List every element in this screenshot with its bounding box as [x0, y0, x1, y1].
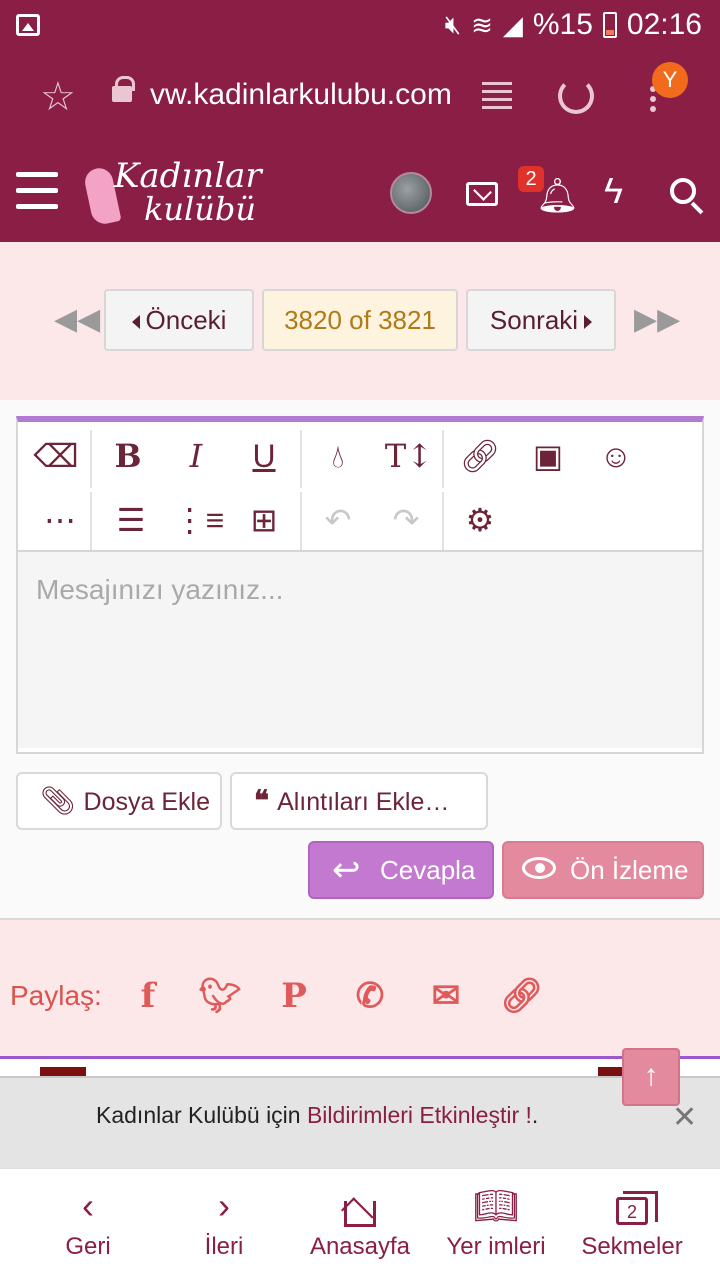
nav-tabs[interactable]: 2 Sekmeler [562, 1183, 702, 1261]
share-label: Paylaş: [10, 980, 102, 1011]
next-page-button[interactable]: Sonraki [466, 289, 616, 351]
emoji-icon[interactable]: ☺ [590, 430, 642, 482]
quote-icon: ❝ [254, 785, 270, 816]
home-icon [290, 1183, 430, 1229]
reply-arrow-icon: ↩ [332, 851, 361, 889]
whatsapp-icon[interactable]: ✆ [348, 974, 392, 1018]
tabs-icon: 2 [616, 1191, 658, 1225]
nav-bookmarks[interactable]: 📖︎ Yer imleri [426, 1183, 566, 1261]
underline-icon[interactable]: U [238, 430, 290, 482]
next-section-strip [0, 1056, 720, 1081]
paperclip-icon: 📎︎ [40, 785, 76, 816]
back-arrow-icon: ‹ [82, 1185, 94, 1226]
link-icon[interactable]: 🔗︎ [454, 430, 506, 482]
notification-badge: 2 [518, 166, 544, 192]
more-options-icon[interactable]: ⋯ [30, 494, 90, 546]
lock-icon[interactable] [112, 76, 135, 102]
first-page-icon[interactable]: ◀◀ [54, 302, 100, 337]
book-icon: 📖︎ [473, 1185, 519, 1226]
status-bar: 🔇︎ ≋ ◢ %15 02:16 [0, 0, 720, 52]
text-color-icon[interactable]: 💧︎ [312, 430, 364, 482]
notification-banner-text: Kadınlar Kulübü için Bildirimleri Etkinl… [96, 1102, 538, 1129]
attach-file-label: Dosya Ekle [83, 788, 210, 816]
clear-format-icon[interactable]: ⌫ [30, 430, 82, 482]
logo-text-line2: kulübü [144, 190, 256, 228]
hamburger-menu-icon[interactable] [16, 172, 58, 210]
eye-icon [522, 857, 556, 879]
share-bar: Paylaş: f 🐦︎ P ✆ ✉ 🔗︎ [0, 918, 720, 1056]
status-indicators: 🔇︎ ≋ ◢ %15 02:16 [445, 8, 702, 42]
email-share-icon[interactable]: ✉ [424, 974, 468, 1018]
search-icon[interactable] [670, 178, 696, 204]
profile-avatar[interactable]: Y [652, 62, 688, 98]
battery-icon [602, 12, 617, 38]
nav-tabs-label: Sekmeler [581, 1233, 683, 1260]
lightning-icon[interactable]: ϟ [604, 170, 623, 212]
caret-left-icon [131, 315, 140, 330]
bold-icon[interactable]: B [102, 430, 154, 482]
preview-label: Ön İzleme [570, 855, 689, 885]
nav-home-label: Anasayfa [309, 1233, 411, 1260]
site-logo[interactable]: Kadınlar kulübü [82, 154, 284, 234]
banner-text-before: Kadınlar Kulübü için [96, 1102, 307, 1128]
undo-icon[interactable]: ↶ [312, 494, 364, 546]
align-icon[interactable]: ☰ [102, 494, 160, 546]
settings-gear-icon[interactable]: ⚙ [454, 494, 506, 546]
nav-back[interactable]: ‹ Geri [18, 1183, 158, 1261]
nav-back-label: Geri [65, 1233, 111, 1260]
signal-icon: ◢ [502, 9, 523, 40]
notification-banner: Kadınlar Kulübü için Bildirimleri Etkinl… [0, 1076, 720, 1168]
message-placeholder: Mesajınızı yazınız... [36, 574, 284, 605]
editor-toolbar: ⌫ B I U 💧︎ T↕ 🔗︎ ▣ ☺ ⋯ ☰ ⋮≡ ⊞ ↶ ↷ ⚙ [18, 422, 702, 552]
table-icon[interactable]: ⊞ [238, 494, 290, 546]
nav-bookmarks-label: Yer imleri [446, 1233, 546, 1260]
pagination: ◀◀ Önceki 3820 of 3821 Sonraki ▶▶ [0, 242, 720, 400]
bookmark-star-icon[interactable]: ☆ [40, 74, 76, 120]
mute-icon: 🔇︎ [444, 9, 462, 39]
message-input[interactable]: Mesajınızı yazınız... [18, 552, 702, 748]
insert-quotes-label: Alıntıları Ekle… [277, 788, 450, 816]
insert-quotes-button[interactable]: ❝ Alıntıları Ekle… [230, 772, 488, 830]
banner-text-after: . [531, 1102, 539, 1128]
reply-button[interactable]: ↩ Cevapla [308, 841, 494, 899]
copy-link-icon[interactable]: 🔗︎ [500, 974, 544, 1018]
pinterest-icon[interactable]: P [272, 974, 316, 1018]
prev-page-button[interactable]: Önceki [104, 289, 254, 351]
nav-forward[interactable]: › İleri [154, 1183, 294, 1261]
reply-label: Cevapla [380, 855, 476, 885]
forward-arrow-icon: › [218, 1185, 230, 1226]
nav-home[interactable]: Anasayfa [290, 1183, 430, 1261]
nav-forward-label: İleri [204, 1233, 244, 1260]
preview-button[interactable]: Ön İzleme [502, 841, 704, 899]
italic-icon[interactable]: I [170, 430, 222, 482]
image-icon[interactable]: ▣ [522, 430, 574, 482]
site-header: Kadınlar kulübü 🔔︎ ϟ [0, 142, 720, 242]
rich-text-editor: ⌫ B I U 💧︎ T↕ 🔗︎ ▣ ☺ ⋯ ☰ ⋮≡ ⊞ ↶ ↷ ⚙ Mesa… [16, 416, 704, 754]
reply-editor-area: ⌫ B I U 💧︎ T↕ 🔗︎ ▣ ☺ ⋯ ☰ ⋮≡ ⊞ ↶ ↷ ⚙ Mesa… [0, 400, 720, 918]
enable-notifications-link[interactable]: Bildirimleri Etkinleştir ! [307, 1102, 532, 1128]
page-count-selector[interactable]: 3820 of 3821 [262, 289, 458, 351]
attach-file-button[interactable]: 📎︎ Dosya Ekle [16, 772, 222, 830]
battery-percent: %15 [532, 8, 593, 41]
redo-icon[interactable]: ↷ [380, 494, 432, 546]
scroll-to-top-button[interactable]: ↑ [622, 1048, 680, 1106]
reload-icon[interactable] [558, 78, 594, 114]
facebook-icon[interactable]: f [126, 974, 170, 1018]
font-size-icon[interactable]: T↕ [380, 430, 438, 482]
last-page-icon[interactable]: ▶▶ [634, 302, 680, 337]
wifi-icon: ≋ [471, 9, 493, 40]
browser-url-bar: ☆ vw.kadinlarkulubu.com Y [0, 52, 720, 142]
caret-right-icon [584, 315, 593, 330]
gallery-notification-icon [16, 14, 40, 36]
user-avatar[interactable] [390, 172, 432, 214]
browser-bottom-nav: ‹ Geri › İleri Anasayfa 📖︎ Yer imleri 2 … [0, 1168, 720, 1280]
mail-icon[interactable] [466, 182, 498, 206]
reader-mode-icon[interactable] [482, 82, 512, 110]
clock: 02:16 [626, 8, 702, 41]
twitter-icon[interactable]: 🐦︎ [198, 974, 242, 1018]
url-text[interactable]: vw.kadinlarkulubu.com [150, 78, 452, 112]
list-icon[interactable]: ⋮≡ [170, 494, 228, 546]
prev-page-label: Önceki [145, 305, 227, 335]
next-page-label: Sonraki [489, 305, 579, 335]
